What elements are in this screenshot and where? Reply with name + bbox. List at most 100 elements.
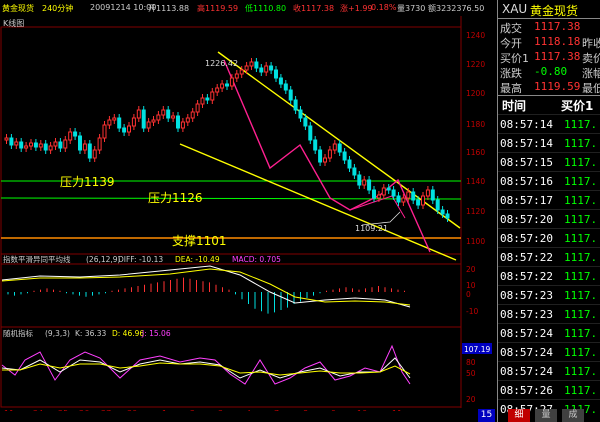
symbol-name[interactable]: 黄金现货 (2, 3, 34, 14)
tick-row[interactable]: 08:57:23 1117. (498, 285, 600, 305)
period-label[interactable]: 240分钟 (42, 3, 73, 14)
macd-histogram (7, 277, 405, 314)
macd-macd: MACD: 0.705 (232, 255, 281, 264)
tick-time: 08:57:20 (500, 232, 553, 245)
quote-row-value: 1118.18 (534, 35, 581, 48)
quote-name: 黄金现货 (530, 4, 579, 18)
tick-row[interactable]: 08:57:20 1117. (498, 209, 600, 229)
tick-row[interactable]: 08:57:24 1117. (498, 323, 600, 343)
price-tick: 1100 (466, 237, 485, 246)
candle-body (367, 179, 372, 191)
ticks-header: 时间 买价1 (498, 95, 600, 115)
tick-time: 08:57:24 (500, 346, 553, 359)
tick-row[interactable]: 08:57:23 1117. (498, 304, 600, 324)
tick-price: 1117. (564, 194, 598, 207)
tick-row[interactable]: 08:57:17 1117. (498, 190, 600, 210)
macd-params: (26,12,9) (86, 255, 121, 264)
candle-body (53, 141, 58, 147)
candle-body (107, 119, 112, 126)
macd-title[interactable]: 指数平滑异同平均线 (3, 254, 71, 264)
candle-body (19, 141, 24, 149)
date-tick: 8 (303, 409, 308, 411)
tick-price: 1117. (564, 327, 598, 340)
candle-body (308, 125, 313, 141)
date-tick: 11 (392, 409, 402, 411)
tab-detail[interactable]: 细 (508, 409, 530, 422)
candle-body (396, 195, 401, 203)
candle-body (68, 131, 73, 141)
candle-body (48, 145, 53, 151)
bar-low: 低1110.80 (245, 4, 287, 13)
kdj-tick: 20 (466, 395, 476, 404)
tick-price: 1117. (564, 156, 598, 169)
tick-row[interactable]: 08:57:22 1117. (498, 247, 600, 267)
tick-row[interactable]: 08:57:16 1117. (498, 171, 600, 191)
tab-deal[interactable]: 成 (562, 409, 584, 422)
status-bar: 黄金现货 240分钟 20091214 10:00 开1113.88 高1119… (0, 0, 497, 16)
candle-body (112, 117, 117, 121)
candle-body (63, 139, 68, 149)
date-tick: 24 (33, 409, 43, 411)
tick-row[interactable]: 08:57:14 1117. (498, 133, 600, 153)
candle-body (220, 83, 225, 89)
candle-body (151, 119, 156, 123)
tick-row[interactable]: 08:57:14 1117. (498, 114, 600, 134)
quote-row-value: -0.80 (534, 65, 568, 78)
date-tick: 11 (4, 409, 14, 411)
candle-body (264, 65, 269, 73)
candle-body (293, 99, 298, 111)
tick-row[interactable]: 08:57:20 1117. (498, 228, 600, 248)
macd-tick: 10 (466, 281, 476, 290)
candle-body (445, 213, 450, 219)
tick-price: 1117. (564, 384, 598, 397)
candle-body (244, 65, 249, 71)
low-label: 1109.21 (355, 224, 388, 233)
tick-row[interactable]: 08:57:26 1117. (498, 380, 600, 400)
tick-row[interactable]: 08:57:24 1117. (498, 361, 600, 381)
tick-price: 1117. (564, 270, 598, 283)
candle-body (33, 142, 38, 148)
resistance-line-1126 (0, 197, 462, 200)
candle-body (185, 117, 190, 123)
bar-amount: 额3232376.50 (428, 4, 485, 13)
tick-price: 1117. (564, 175, 598, 188)
tick-price: 1117. (564, 308, 598, 321)
candle-body (136, 109, 141, 119)
tab-volume[interactable]: 量 (535, 409, 557, 422)
chart-canvas[interactable]: K线图 1240 1220 1200 1180 1160 1140 1120 1… (0, 16, 497, 411)
candle-body (82, 143, 87, 151)
date-tick: 2 (190, 409, 195, 411)
candle-body (381, 187, 386, 196)
candle-body (440, 209, 445, 215)
candlestick-series[interactable] (4, 58, 450, 222)
quote-row-label: 涨跌 (500, 67, 522, 80)
candle-body (259, 67, 264, 73)
bar-high: 高1119.59 (197, 4, 239, 13)
price-tick: 1200 (466, 89, 485, 98)
candle-body (146, 121, 151, 129)
kdj-k-line (1, 357, 411, 379)
candle-body (141, 109, 146, 129)
support-label-1101: 支撑1101 (172, 233, 227, 248)
candle-body (73, 131, 78, 137)
bar-open: 开1113.88 (148, 4, 190, 13)
tick-price: 1117. (564, 137, 598, 150)
tick-time: 08:57:20 (500, 213, 553, 226)
kdj-j: J: 15.06 (141, 329, 171, 338)
candle-body (205, 97, 210, 101)
candle-body (156, 114, 161, 121)
kline-tab[interactable]: K线图 (3, 18, 24, 28)
candle-body (254, 61, 259, 69)
tab-15[interactable]: 15 (478, 409, 495, 422)
tick-row[interactable]: 08:57:22 1117. (498, 266, 600, 286)
price-tick: 1120 (466, 207, 485, 216)
kdj-tick: 80 (466, 358, 476, 367)
candle-body (323, 157, 327, 163)
candle-body (376, 194, 381, 199)
tick-row[interactable]: 08:57:24 1117. (498, 342, 600, 362)
kdj-title[interactable]: 随机指标 (3, 328, 33, 338)
date-tick: 7 (274, 409, 279, 411)
tick-row[interactable]: 08:57:15 1117. (498, 152, 600, 172)
date-tick: 30 (127, 409, 137, 411)
candle-body (352, 167, 357, 176)
